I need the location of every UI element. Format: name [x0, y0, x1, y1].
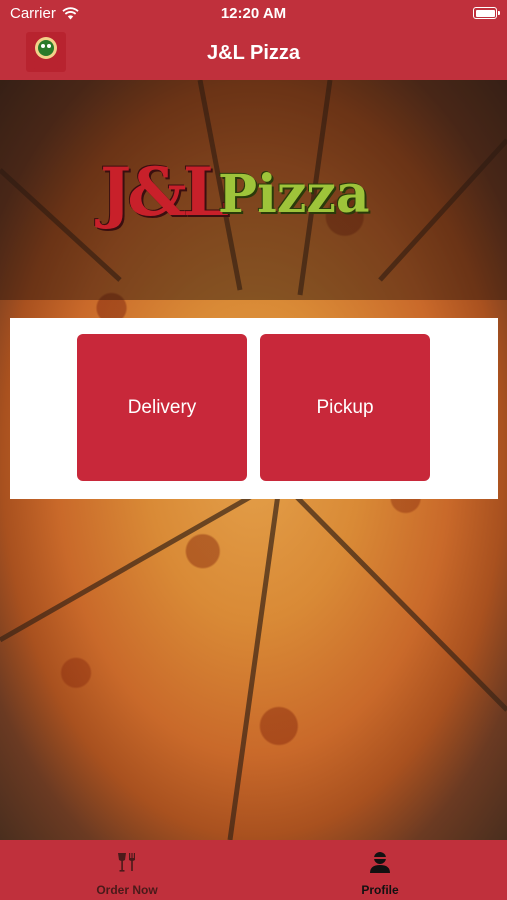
clock: 12:20 AM — [220, 5, 287, 22]
main-content: J&L Pizza Delivery Pickup — [0, 80, 507, 840]
delivery-button[interactable]: Delivery — [77, 334, 247, 481]
brand-logo: J&L Pizza — [100, 152, 420, 232]
battery-icon — [473, 7, 500, 19]
navigation-bar: J&L Pizza — [0, 28, 507, 80]
page-title: J&L Pizza — [207, 42, 300, 64]
tab-bar: Order Now Profile — [0, 840, 507, 900]
tab-profile[interactable]: Profile — [280, 840, 480, 900]
pickup-button[interactable]: Pickup — [260, 334, 430, 481]
brand-logo-jl: J&L — [100, 153, 229, 231]
tab-profile-label: Profile — [361, 883, 399, 897]
tab-order-now[interactable]: Order Now — [27, 840, 227, 900]
utensils-icon — [118, 853, 135, 872]
tab-order-now-label: Order Now — [96, 883, 158, 897]
order-type-panel: Delivery Pickup — [10, 318, 498, 499]
person-icon — [370, 852, 390, 873]
status-bar: Carrier 12:20 AM — [0, 0, 507, 28]
brand-logo-pizza: Pizza — [218, 164, 370, 225]
